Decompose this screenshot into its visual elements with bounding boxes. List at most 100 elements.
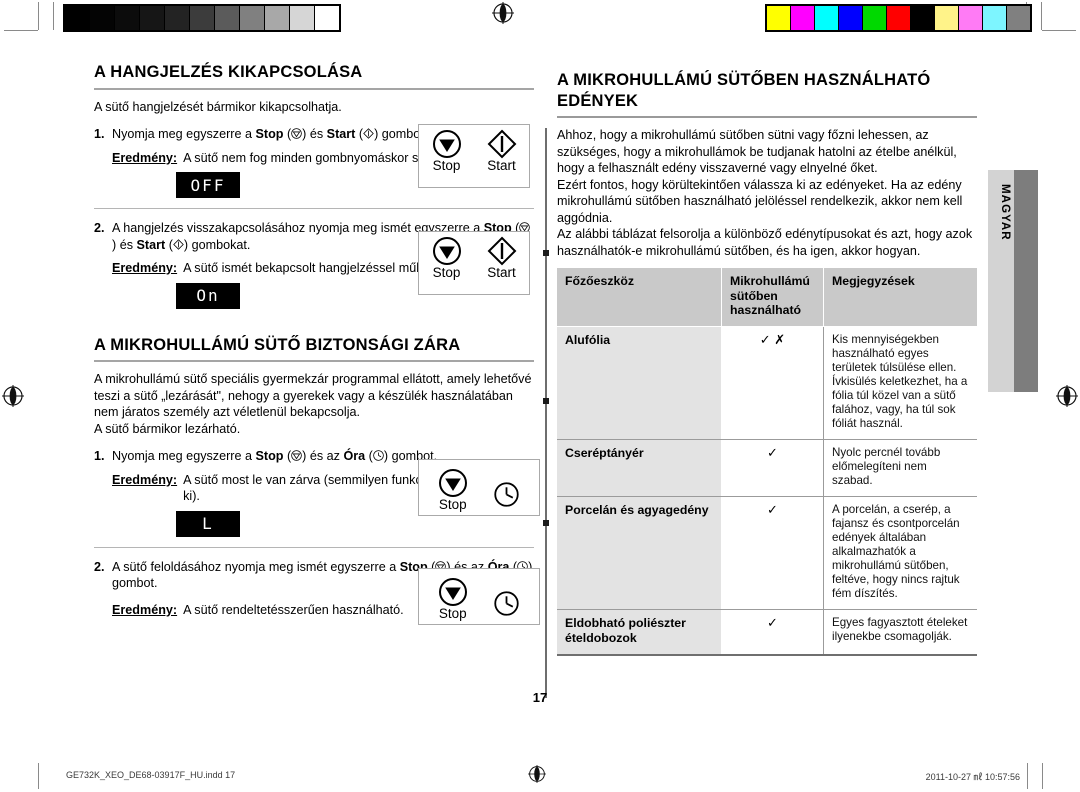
column-header-usable: Mikrohullámú sütőben használható	[721, 268, 824, 327]
page-number: 17	[532, 690, 548, 705]
table-row: Cseréptányér ✓ Nyolc percnél tovább előmel…	[557, 439, 977, 497]
key-name-start: Start	[136, 237, 166, 252]
cell-usable-mark: ✓	[721, 609, 824, 656]
step-text-part: ) és	[302, 127, 327, 142]
key-stop[interactable]: Stop	[438, 468, 468, 512]
cell-cookware-name: Porcelán és agyagedény	[557, 496, 722, 610]
grayscale-swatch	[190, 6, 215, 30]
section1-intro: A sütő hangjelzését bármikor kikapcsolha…	[94, 99, 342, 114]
crop-mark-right-h	[1042, 30, 1076, 31]
color-swatch	[791, 6, 815, 30]
language-side-tab: MAGYAR	[988, 170, 1038, 392]
grayscale-swatch	[165, 6, 190, 30]
cookware-table: Főzőeszköz Mikrohullámú sütőben használh…	[557, 268, 977, 656]
cookware-paragraph-1: Ahhoz, hogy a mikrohullámú sütőben sütni…	[557, 128, 957, 176]
column-header-cookware: Főzőeszköz	[557, 268, 722, 327]
stop-icon	[438, 468, 467, 497]
key-label: Stop	[432, 265, 461, 280]
key-panel-stop-clock-2: Stop	[418, 568, 540, 625]
side-tab-label-wrap: MAGYAR	[992, 170, 1018, 392]
color-swatch	[887, 6, 911, 30]
color-calibration-bar	[765, 4, 1032, 32]
color-swatch	[839, 6, 863, 30]
result-text: A sütő rendeltetésszerűen használható.	[183, 602, 404, 617]
step-number: 2.	[94, 221, 105, 236]
cell-usable-mark: ✓	[721, 439, 824, 497]
step-number: 1.	[94, 127, 105, 142]
paren-open: (	[283, 449, 292, 464]
key-clock[interactable]	[493, 590, 520, 617]
grayscale-swatch	[315, 6, 339, 30]
registration-target-icon	[1056, 385, 1078, 407]
cell-cookware-name: Eldobható poliészter ételdobozok	[557, 609, 722, 656]
cell-usable-mark: ✓	[721, 496, 824, 610]
cell-note: Kis mennyiségekben használható egyes ter…	[823, 326, 977, 440]
key-start[interactable]: Start	[487, 236, 517, 280]
grayscale-swatch	[290, 6, 315, 30]
stop-icon	[291, 450, 302, 462]
crop-mark-left-h	[4, 30, 38, 31]
divider-dot	[543, 250, 549, 256]
grayscale-swatch	[140, 6, 165, 30]
grayscale-swatch	[115, 6, 140, 30]
key-name-stop: Stop	[255, 449, 284, 464]
key-start[interactable]: Start	[487, 129, 517, 173]
paren-open: (	[165, 237, 173, 252]
registration-target-icon	[2, 385, 24, 407]
color-swatch	[767, 6, 791, 30]
section2-intro-1: A mikrohullámú sütő speciális gyermekzár…	[94, 372, 532, 420]
step-text-part: ) gombokat.	[183, 237, 251, 252]
key-panel-stop-start-1: Stop Start	[418, 124, 530, 188]
crop-mark-right-2	[1041, 2, 1042, 30]
step-text-part: ) és	[112, 237, 137, 252]
stop-icon	[291, 128, 302, 139]
key-label: Start	[487, 158, 516, 173]
key-stop[interactable]: Stop	[432, 236, 462, 280]
key-name-stop: Stop	[255, 127, 284, 142]
result-label: Eredmény:	[112, 150, 178, 165]
key-label: Stop	[438, 605, 467, 621]
cell-cookware-name: Alufólia	[557, 326, 722, 440]
table-row: Eldobható poliészter ételdobozok ✓ Egyes f…	[557, 609, 977, 656]
key-stop[interactable]: Stop	[438, 577, 468, 621]
divider-dot	[543, 520, 549, 526]
cell-note: A porcelán, a cserép, a fajansz és csont…	[823, 496, 977, 610]
step-text-part: ) és az	[302, 449, 344, 464]
color-swatch	[815, 6, 839, 30]
cell-cookware-name: Cseréptányér	[557, 439, 722, 497]
lcd-readout-lock: L	[176, 510, 240, 537]
crop-mark-left-2	[53, 2, 54, 30]
table-header-row: Főzőeszköz Mikrohullámú sütőben használh…	[557, 268, 977, 327]
step-text-part: Nyomja meg egyszerre a	[112, 449, 256, 464]
color-swatch	[911, 6, 935, 30]
color-swatch	[959, 6, 983, 30]
key-label: Start	[487, 265, 516, 280]
start-icon	[487, 129, 516, 159]
key-panel-stop-start-2: Stop Start	[418, 231, 530, 295]
key-name-clock: Óra	[343, 449, 366, 464]
table-row: Porcelán és agyagedény ✓ A porcelán, a cse…	[557, 496, 977, 610]
step-separator	[94, 208, 534, 210]
step-text-part: Nyomja meg egyszerre a	[112, 127, 256, 142]
lcd-readout-on: On	[176, 282, 240, 309]
step-text-part: A sütő feloldásához nyomja meg ismét egy…	[112, 559, 400, 574]
print-footer: GE732K_XEO_DE68-03917F_HU.indd 17 2011-1…	[0, 770, 1080, 784]
key-clock[interactable]	[493, 481, 520, 508]
stop-icon	[432, 237, 461, 265]
key-label: Stop	[438, 496, 467, 512]
result-text: A sütő nem fog minden gombnyomáskor sípo…	[183, 150, 452, 165]
paren-open: (	[365, 449, 373, 464]
grayscale-swatch	[90, 6, 115, 30]
color-swatch	[935, 6, 959, 30]
column-header-notes: Megjegyzések	[823, 268, 977, 327]
footer-filename: GE732K_XEO_DE68-03917F_HU.indd 17	[66, 770, 236, 780]
divider-dot	[543, 398, 549, 404]
cell-note: Nyolc percnél tovább előmelegíteni nem s…	[823, 439, 977, 497]
start-icon	[363, 128, 374, 139]
stop-icon	[432, 130, 461, 158]
paren-open: (	[283, 127, 292, 142]
key-stop[interactable]: Stop	[432, 129, 462, 173]
column-divider	[545, 128, 547, 698]
step-number: 2.	[94, 559, 105, 574]
section-heading-cookware: A MIKROHULLÁMÚ SÜTŐBEN HASZNÁLHATÓ EDÉNY…	[557, 70, 977, 119]
